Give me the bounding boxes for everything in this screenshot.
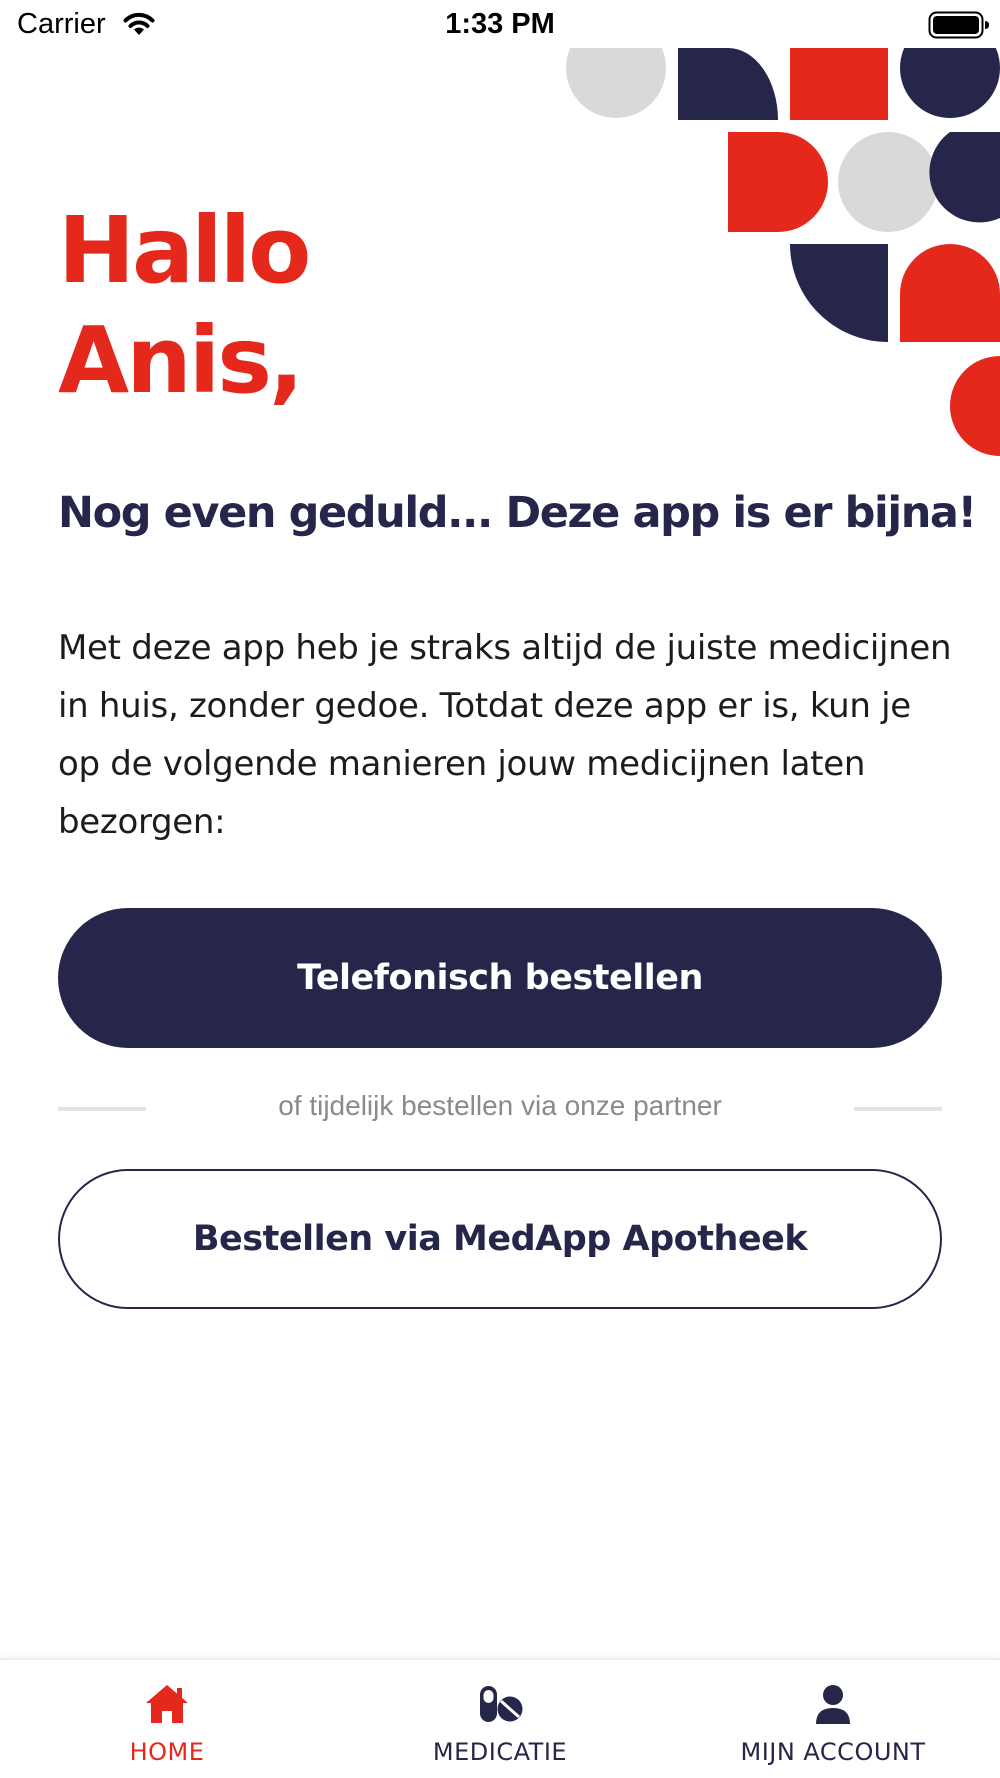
intro-text: Met deze app heb je straks altijd de jui… bbox=[58, 628, 952, 842]
status-time: 1:33 PM bbox=[445, 8, 555, 40]
tab-home[interactable]: HOME bbox=[0, 1660, 334, 1778]
order-by-phone-button[interactable]: Telefonisch bestellen bbox=[58, 908, 942, 1048]
partner-divider: of tijdelijk bestellen via onze partner bbox=[58, 1090, 942, 1126]
tab-medicatie[interactable]: MEDICATIE bbox=[333, 1660, 667, 1778]
home-icon bbox=[146, 1685, 188, 1723]
order-by-phone-label: Telefonisch bestellen bbox=[297, 958, 703, 998]
tab-mijn-account[interactable]: MIJN ACCOUNT bbox=[666, 1660, 1000, 1778]
greeting-heading: Hallo Anis, bbox=[58, 196, 311, 416]
greeting-line-1: Hallo bbox=[58, 197, 311, 304]
user-icon bbox=[816, 1685, 850, 1724]
pills-icon bbox=[480, 1686, 523, 1722]
tab-home-label: HOME bbox=[129, 1738, 205, 1766]
divider-line-right bbox=[854, 1107, 942, 1111]
battery-icon bbox=[928, 11, 989, 39]
decorative-pattern bbox=[566, 48, 1000, 456]
divider-text: of tijdelijk bestellen via onze partner bbox=[278, 1090, 722, 1121]
status-bar: Carrier 1:33 PM bbox=[0, 0, 1000, 50]
page-subtitle: Nog even geduld... Deze app is er bijna! bbox=[58, 488, 977, 538]
tab-medicatie-label: MEDICATIE bbox=[432, 1738, 568, 1766]
greeting-line-2: Anis, bbox=[58, 307, 304, 414]
order-via-partner-label: Bestellen via MedApp Apotheek bbox=[192, 1219, 808, 1259]
bottom-tab-bar: HOME MEDICATIE MIJN ACCOUNT bbox=[0, 1658, 1000, 1778]
order-via-partner-button[interactable]: Bestellen via MedApp Apotheek bbox=[58, 1169, 942, 1309]
tab-mijn-account-label: MIJN ACCOUNT bbox=[740, 1738, 926, 1766]
home-screen: Carrier 1:33 PM Hallo Anis, Nog even ged… bbox=[0, 0, 1000, 1778]
